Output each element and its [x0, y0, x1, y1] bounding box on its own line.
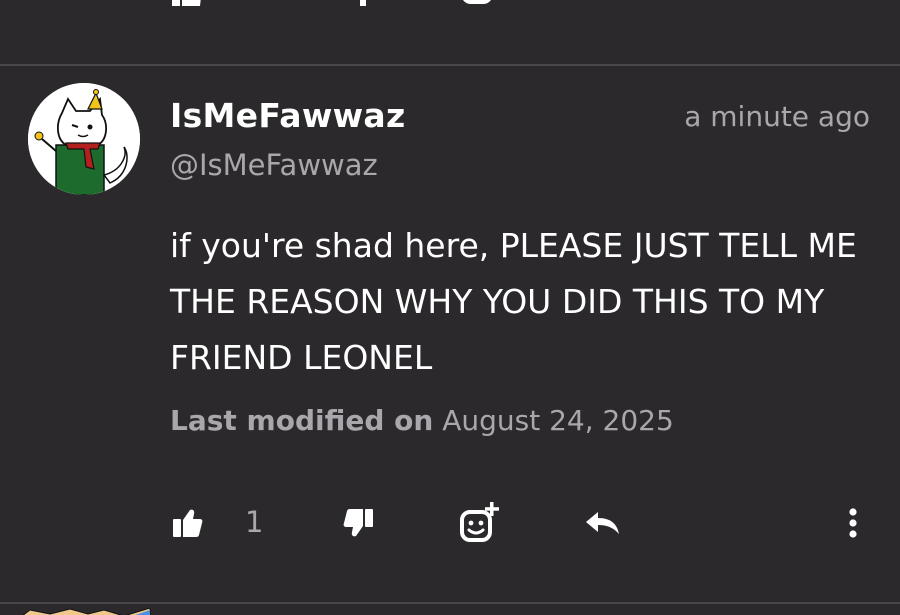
thumbs-up-icon [173, 509, 203, 537]
comment-body: if you're shad here, PLEASE JUST TELL ME… [170, 226, 857, 377]
like-button[interactable] [170, 506, 204, 540]
comment-timestamp: a minute ago [684, 100, 870, 133]
reply-button[interactable] [584, 506, 622, 540]
next-avatar-fragment[interactable] [0, 607, 160, 615]
thumbs-down-icon [343, 509, 373, 537]
last-modified-date: August 24, 2025 [442, 404, 674, 437]
more-options-button[interactable] [840, 504, 866, 542]
more-vertical-icon [849, 508, 857, 538]
dislike-button[interactable] [342, 506, 376, 540]
comment-handle[interactable]: @IsMeFawwaz [170, 148, 378, 182]
last-modified: Last modified on August 24, 2025 [170, 404, 674, 437]
thumbs-up-icon[interactable] [170, 0, 204, 6]
reply-icon [586, 512, 619, 534]
thumbs-down-icon[interactable] [346, 0, 380, 6]
add-reaction-button[interactable] [458, 500, 500, 544]
add-reaction-icon [460, 502, 499, 542]
last-modified-label: Last modified on [170, 404, 434, 437]
previous-comment-actions [0, 0, 900, 10]
next-comment-peek [0, 604, 900, 615]
avatar-illustration [28, 83, 140, 195]
avatar[interactable] [28, 83, 140, 195]
comment-username[interactable]: IsMeFawwaz [170, 96, 405, 135]
add-reaction-icon[interactable] [460, 0, 494, 6]
comment-divider [0, 64, 900, 66]
like-count: 1 [245, 505, 264, 539]
comment-actions [0, 498, 900, 548]
count-label-icon [235, 0, 269, 6]
